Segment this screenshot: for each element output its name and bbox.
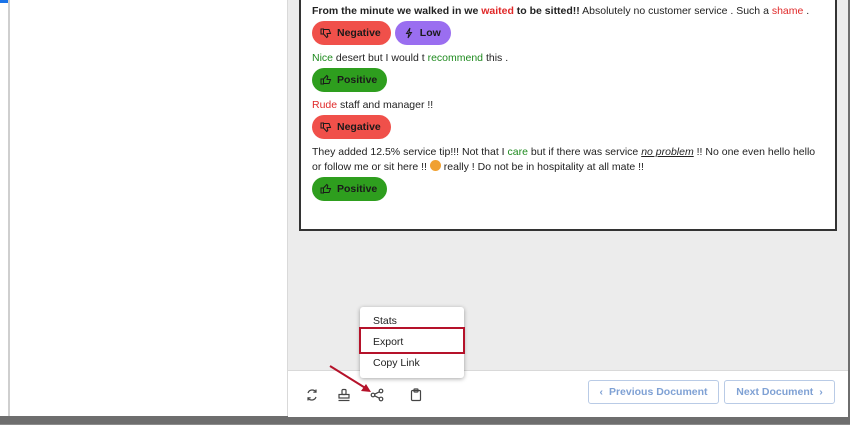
positive-sentiment-badge[interactable]: Positive: [312, 177, 388, 201]
negative-keyword: shame: [771, 5, 804, 17]
export-highlight-box: [359, 327, 465, 354]
low-sentiment-badge[interactable]: Low: [394, 21, 451, 45]
positive-sentiment-badge[interactable]: Positive: [312, 68, 388, 92]
sentiment-tags: Positive: [312, 68, 824, 92]
sentiment-tags: Positive: [312, 177, 824, 201]
thumbs-up-icon: [320, 183, 332, 195]
sidebar: [10, 0, 288, 416]
clipboard-icon[interactable]: [409, 388, 423, 402]
sentence-fragment: this .: [483, 52, 509, 64]
thumbs-down-icon: [320, 27, 332, 39]
sentence-text: They added 12.5% service tip!!! Not that…: [312, 145, 824, 175]
stamp-icon[interactable]: [337, 388, 351, 402]
previous-document-button[interactable]: ‹ Previous Document: [588, 380, 719, 404]
next-document-label: Next Document: [736, 386, 814, 398]
chevron-left-icon: ‹: [599, 386, 603, 398]
angry-emoji-icon: [429, 160, 441, 171]
next-document-button[interactable]: Next Document ›: [724, 380, 835, 404]
sentence-text: From the minute we walked in we waited t…: [312, 4, 824, 19]
sentence-fragment: From the minute we walked in we: [312, 5, 482, 17]
negative-sentiment-badge[interactable]: Negative: [312, 115, 391, 139]
sentence-fragment: to be sitted!!: [513, 5, 580, 17]
share-icon[interactable]: [370, 388, 384, 402]
badge-label: Negative: [337, 121, 381, 133]
sentence-fragment: desert but I would t: [333, 52, 428, 64]
sentence-fragment: They added 12.5% service tip!!! Not that…: [312, 146, 508, 158]
thumbs-up-icon: [320, 74, 332, 86]
sentiment-tags: Negative: [312, 115, 824, 139]
chevron-right-icon: ›: [819, 386, 823, 398]
sentence-text: Rude staff and manager !!: [312, 98, 824, 113]
sentence-fragment: but if there was service: [527, 146, 642, 158]
badge-label: Positive: [337, 183, 378, 195]
document-panel: From the minute we walked in we waited t…: [299, 0, 837, 231]
sync-icon[interactable]: [305, 388, 319, 402]
sentence-text: Nice desert but I would t recommend this…: [312, 51, 824, 66]
sentence-fragment: no problem: [641, 146, 694, 158]
badge-label: Negative: [337, 27, 381, 39]
positive-keyword: Nice: [312, 52, 334, 64]
badge-label: Positive: [337, 74, 378, 86]
negative-keyword: Rude: [312, 99, 338, 111]
previous-document-label: Previous Document: [608, 386, 708, 398]
sentence-fragment: .: [803, 5, 810, 17]
document-content: From the minute we walked in we waited t…: [301, 0, 835, 201]
positive-keyword: recommend: [427, 52, 484, 64]
negative-sentiment-badge[interactable]: Negative: [312, 21, 391, 45]
sentence-fragment: Absolutely no customer service . Such a: [579, 5, 772, 17]
sentiment-tags: Negative Low: [312, 21, 824, 45]
negative-keyword: waited: [481, 5, 514, 17]
sentence-fragment: staff and manager !!: [337, 99, 434, 111]
positive-keyword: care: [507, 146, 528, 158]
menu-item-copy-link[interactable]: Copy Link: [360, 353, 464, 374]
badge-label: Low: [419, 27, 441, 39]
thumbs-down-icon: [320, 121, 332, 133]
sentence-fragment: really ! Do not be in hospitality at all…: [440, 161, 644, 173]
lightning-icon: [403, 27, 415, 39]
